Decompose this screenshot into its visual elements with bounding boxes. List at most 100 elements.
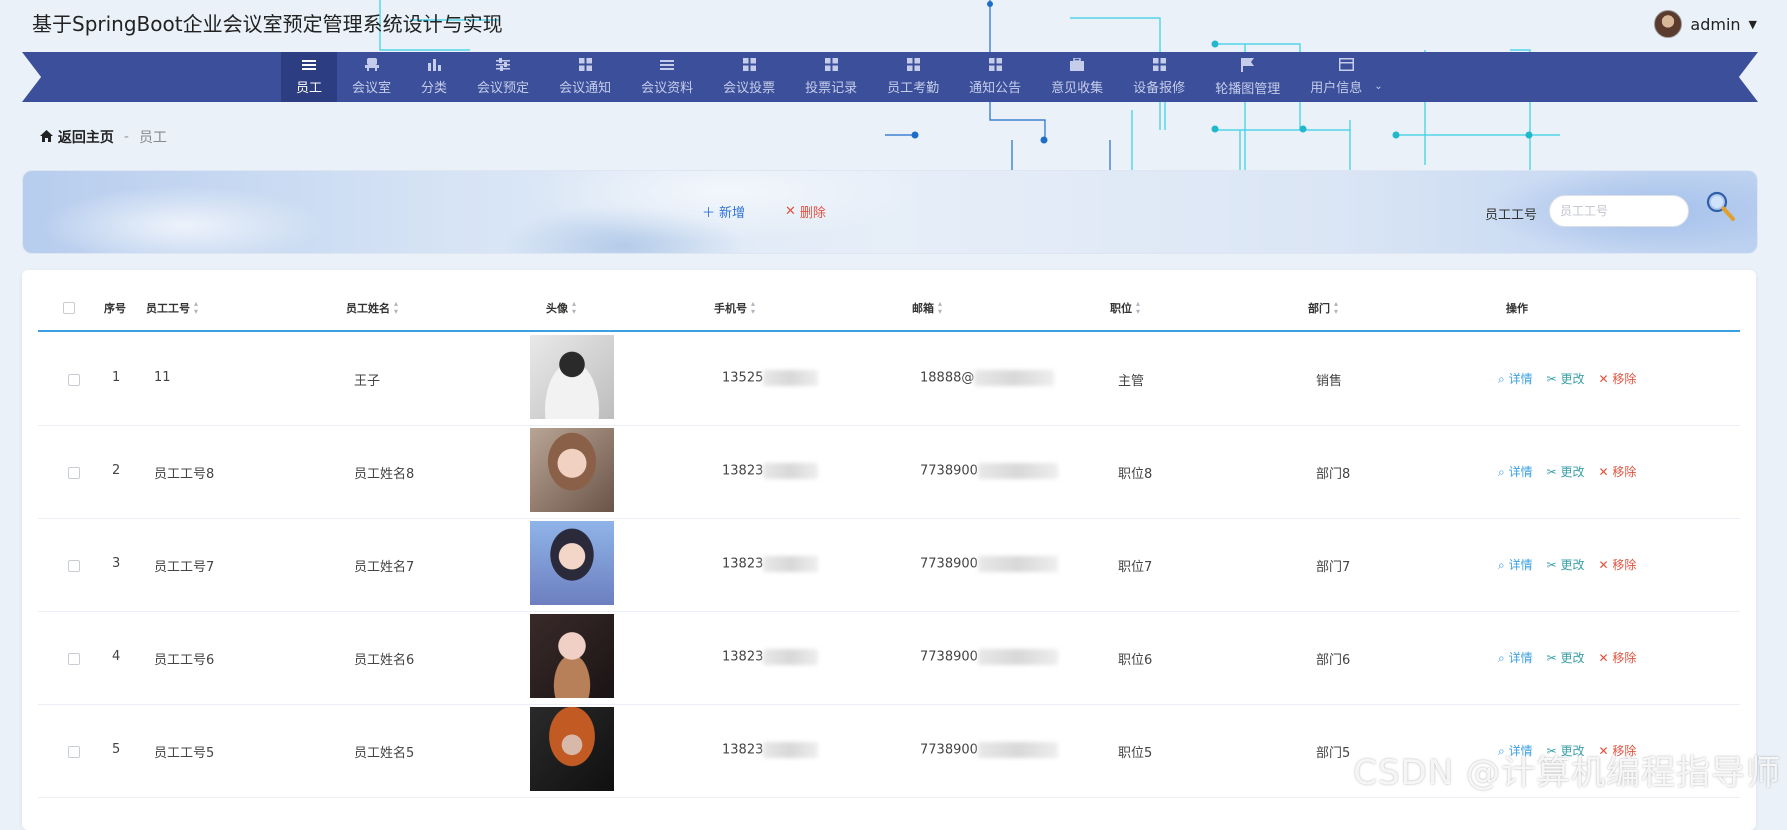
cell-email: 7738900 (920, 742, 1058, 758)
remove-button[interactable]: ✕ 移除 (1598, 463, 1636, 480)
sort-icon[interactable]: ▴ ▾ (751, 300, 755, 316)
cell-email-text: 7738900 (920, 463, 978, 479)
cell-phone-text: 13823 (722, 556, 764, 572)
sort-icon[interactable]: ▴ ▾ (394, 300, 398, 316)
header-name[interactable]: 员工姓名 ▴ ▾ (346, 300, 398, 316)
cell-phone-text: 13823 (722, 742, 764, 758)
detail-button[interactable]: ⌕ 详情 (1498, 649, 1533, 666)
close-icon: ✕ (1598, 372, 1609, 386)
edit-button[interactable]: ✂ 更改 (1547, 463, 1585, 480)
cell-position: 职位5 (1118, 746, 1153, 761)
caret-down-icon: ▼ (1748, 17, 1757, 31)
sort-icon[interactable]: ▴ ▾ (572, 300, 576, 316)
header-dept[interactable]: 部门 ▴ ▾ (1308, 300, 1338, 316)
sort-icon[interactable]: ▴ ▾ (194, 300, 198, 316)
nav-item-10[interactable]: 意见收集 (1036, 52, 1118, 102)
edit-label: 更改 (1560, 651, 1585, 665)
close-icon: ✕ (785, 204, 796, 219)
search-label: 员工工号 (1485, 208, 1538, 223)
edit-button[interactable]: ✂ 更改 (1547, 649, 1585, 666)
cell-position: 职位6 (1118, 653, 1153, 668)
nav-item-8[interactable]: 员工考勤 (872, 52, 954, 102)
row-actions: ⌕ 详情 ✂ 更改 ✕ 移除 (1498, 463, 1636, 480)
cell-position: 职位8 (1118, 467, 1153, 482)
sort-icon[interactable]: ▴ ▾ (1136, 300, 1140, 316)
sliders-icon (496, 58, 511, 74)
remove-button[interactable]: ✕ 移除 (1598, 370, 1636, 387)
header-email[interactable]: 邮箱 ▴ ▾ (912, 300, 942, 316)
header-photo[interactable]: 头像 ▴ ▾ (546, 300, 576, 316)
header-phone[interactable]: 手机号 ▴ ▾ (714, 300, 755, 316)
cell-email: 7738900 (920, 649, 1058, 665)
redacted-blur (763, 370, 819, 386)
remove-button[interactable]: ✕ 移除 (1598, 556, 1636, 573)
cell-email: 18888@ (920, 370, 1055, 386)
nav-item-label: 会议投票 (723, 81, 776, 96)
redacted-blur (763, 463, 819, 479)
nav-item-7[interactable]: 投票记录 (790, 52, 872, 102)
sort-icon[interactable]: ▴ ▾ (938, 300, 942, 316)
row-checkbox[interactable] (68, 653, 80, 665)
cell-phone-text: 13823 (722, 463, 764, 479)
detail-button[interactable]: ⌕ 详情 (1498, 463, 1533, 480)
nav-item-3[interactable]: 会议预定 (462, 52, 544, 102)
nav-item-0[interactable]: 员工 (281, 52, 338, 102)
cell-phone: 13823 (722, 742, 819, 758)
edit-icon: ✂ (1546, 651, 1557, 665)
sort-icon[interactable]: ▴ ▾ (1334, 300, 1338, 316)
cell-name: 员工姓名8 (354, 467, 415, 482)
breadcrumb: 返回主页 - 员工 (40, 127, 167, 147)
nav-item-12[interactable]: 轮播图管理 (1200, 52, 1295, 102)
remove-label: 移除 (1612, 465, 1637, 479)
delete-button[interactable]: ✕ 删除 (785, 202, 826, 221)
edit-button[interactable]: ✂ 更改 (1547, 556, 1585, 573)
grid-icon (742, 58, 756, 74)
edit-label: 更改 (1560, 465, 1585, 479)
breadcrumb-home[interactable]: 返回主页 (40, 127, 114, 147)
briefcase-icon (1070, 57, 1085, 74)
add-button[interactable]: ＋ 新增 (702, 202, 745, 221)
row-checkbox[interactable] (68, 374, 80, 386)
nav-item-2[interactable]: 分类 (406, 52, 462, 102)
edit-button[interactable]: ✂ 更改 (1547, 370, 1585, 387)
action-bar: ＋ 新增 ✕ 删除 员工工号 (22, 170, 1758, 254)
table-row: 1 11 王子 13525 18888@ 主管 销售 ⌕ 详情 ✂ 更改 ✕ 移… (38, 332, 1740, 426)
header-ops: 操作 (1506, 302, 1528, 315)
search-input[interactable] (1549, 195, 1689, 227)
header-emp-id[interactable]: 员工工号 ▴ ▾ (146, 300, 198, 316)
nav-item-4[interactable]: 会议通知 (544, 52, 626, 102)
edit-label: 更改 (1560, 558, 1585, 572)
redacted-blur (763, 556, 819, 572)
nav-item-label: 会议预定 (477, 81, 530, 96)
cell-dept: 部门5 (1316, 746, 1351, 761)
nav-item-5[interactable]: 会议资料 (626, 52, 708, 102)
row-checkbox[interactable] (68, 560, 80, 572)
detail-button[interactable]: ⌕ 详情 (1498, 370, 1533, 387)
header-position[interactable]: 职位 ▴ ▾ (1110, 300, 1140, 316)
nav-item-label: 设备报修 (1133, 81, 1186, 96)
cell-dept: 部门6 (1316, 653, 1351, 668)
select-all-checkbox[interactable] (63, 302, 75, 314)
home-icon (40, 130, 53, 142)
nav-item-1[interactable]: 会议室 (337, 52, 406, 102)
nav-item-label: 员工 (296, 81, 323, 96)
nav-item-9[interactable]: 通知公告 (954, 52, 1036, 102)
remove-button[interactable]: ✕ 移除 (1598, 649, 1636, 666)
detail-button[interactable]: ⌕ 详情 (1498, 556, 1533, 573)
row-checkbox[interactable] (68, 467, 80, 479)
employee-photo (530, 335, 614, 419)
search-icon[interactable] (1705, 189, 1737, 225)
nav-item-6[interactable]: 会议投票 (708, 52, 790, 102)
row-actions: ⌕ 详情 ✂ 更改 ✕ 移除 (1498, 649, 1636, 666)
nav-item-11[interactable]: 设备报修 (1118, 52, 1200, 102)
cell-no: 5 (112, 742, 121, 757)
employee-photo (530, 428, 614, 512)
cell-no: 2 (112, 463, 121, 478)
cell-phone: 13823 (722, 463, 819, 479)
close-icon: ✕ (1598, 558, 1609, 572)
row-checkbox[interactable] (68, 746, 80, 758)
grid-icon (1152, 58, 1166, 74)
nav-item-13[interactable]: 用户信息 ⌄ (1295, 52, 1397, 102)
user-menu[interactable]: admin ▼ (1654, 10, 1757, 38)
edit-icon: ✂ (1546, 372, 1557, 386)
